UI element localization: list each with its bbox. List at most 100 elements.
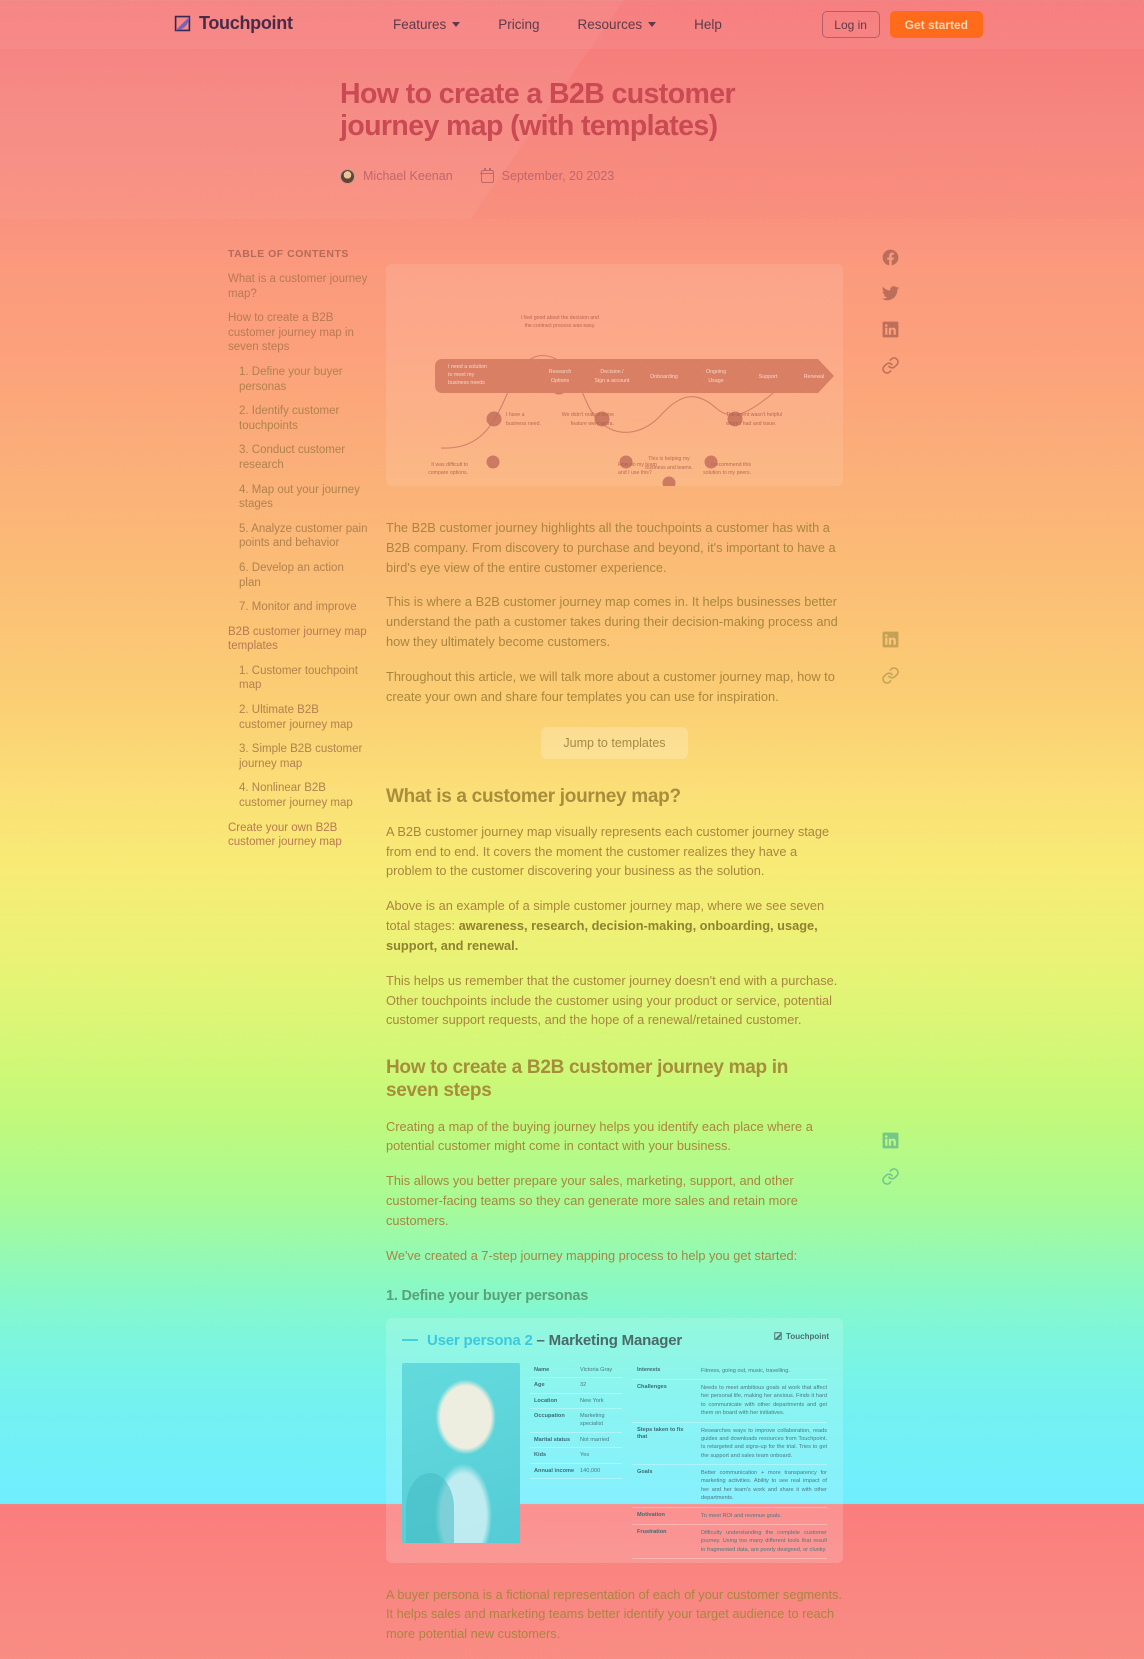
toc-item-4[interactable]: 3. Conduct customer research xyxy=(228,443,368,472)
toc-item-11[interactable]: 2. Ultimate B2B customer journey map xyxy=(228,703,368,732)
customer-journey-map-figure: It was difficult to compare options. I f… xyxy=(386,264,843,486)
toc-item-9[interactable]: B2B customer journey map templates xyxy=(228,625,368,654)
toc-item-7[interactable]: 6. Develop an action plan xyxy=(228,561,368,590)
attribute-key: Motivation xyxy=(637,1511,665,1518)
twitter-icon[interactable] xyxy=(881,284,900,303)
svg-text:Decision /: Decision / xyxy=(600,369,624,375)
attribute-key: Interests xyxy=(637,1366,661,1373)
fact-value: Not married xyxy=(580,1436,610,1443)
attribute-value: Needs to meet ambitious goals at work th… xyxy=(701,1384,827,1417)
persona-header: User persona 2 – Marketing Manager xyxy=(402,1332,827,1349)
table-row: Kids Yes xyxy=(530,1448,622,1464)
brand-name: Touchpoint xyxy=(199,13,293,33)
svg-text:Sign a account: Sign a account xyxy=(594,378,630,384)
persona-body: Name Victoria Gray Age 32 Location New Y… xyxy=(402,1362,827,1563)
svg-text:Usage: Usage xyxy=(708,378,723,384)
linkedin-icon[interactable] xyxy=(881,630,900,649)
paragraph-prepare-teams: This allows you better prepare your sale… xyxy=(386,1173,798,1228)
page-title: How to create a B2B customer journey map… xyxy=(340,78,736,143)
table-row: Frustration Difficulty understanding the… xyxy=(632,1525,827,1560)
nav-link-help[interactable]: Help xyxy=(694,17,722,32)
get-started-button[interactable]: Get started xyxy=(889,11,983,38)
fact-key: Name xyxy=(534,1366,550,1373)
toc-item-13[interactable]: 4. Nonlinear B2B customer journey map xyxy=(228,781,368,810)
toc-item-14[interactable]: Create your own B2B customer journey map xyxy=(228,821,368,850)
fact-key: Age xyxy=(534,1382,545,1389)
persona-attributes-table: Interests Fitness, going out, music, tra… xyxy=(632,1363,827,1563)
svg-text:We didn't realise some: We didn't realise some xyxy=(562,412,614,418)
attribute-value: Researches ways to improve collaboration… xyxy=(701,1427,827,1459)
persona-facts-table: Name Victoria Gray Age 32 Location New Y… xyxy=(530,1363,622,1563)
attribute-value: To meet ROI and revenue goals. xyxy=(701,1512,782,1519)
linkedin-icon[interactable] xyxy=(881,320,900,339)
table-row: Goals Better communication + more transp… xyxy=(632,1465,827,1508)
table-row: Occupation Marketing specialist xyxy=(530,1409,622,1433)
svg-text:Support: Support xyxy=(759,374,778,380)
hero-content: How to create a B2B customer journey map… xyxy=(340,78,820,184)
user-persona-card: User persona 2 – Marketing Manager Touch… xyxy=(386,1317,843,1563)
nav-link-resources-label: Resources xyxy=(577,17,643,32)
svg-text:business needs: business needs xyxy=(448,380,485,386)
article-meta: Michael Keenan September, 20 2023 xyxy=(340,167,820,184)
toc-item-10[interactable]: 1. Customer touchpoint map xyxy=(228,664,368,693)
nav-link-features[interactable]: Features xyxy=(393,17,461,32)
link-icon[interactable] xyxy=(881,1167,900,1186)
facebook-icon[interactable] xyxy=(881,248,900,267)
fact-value: 140,000 xyxy=(580,1467,601,1474)
fact-key: Kids xyxy=(534,1452,547,1459)
toc-item-6[interactable]: 5. Analyze customer pain points and beha… xyxy=(228,522,368,551)
paragraph-stages: Above is an example of a simple customer… xyxy=(386,896,843,955)
table-row: Marital status Not married xyxy=(530,1433,622,1449)
svg-text:to meet my: to meet my xyxy=(448,372,475,378)
attribute-value: Difficulty understanding the complete cu… xyxy=(701,1530,827,1553)
link-icon[interactable] xyxy=(881,356,900,375)
table-of-contents: TABLE OF CONTENTS What is a customer jou… xyxy=(228,248,368,860)
svg-text:Renewal: Renewal xyxy=(804,374,825,380)
paragraph-process-intro: We've created a 7-step journey mapping p… xyxy=(386,1247,798,1263)
svg-text:Ongoing: Ongoing xyxy=(706,369,726,375)
fact-key: Occupation xyxy=(534,1413,565,1420)
table-row: Annual income 140,000 xyxy=(530,1464,622,1480)
svg-text:It was difficult to: It was difficult to xyxy=(431,462,468,468)
svg-text:I have a: I have a xyxy=(506,412,525,418)
share-rail-top xyxy=(881,248,900,375)
table-row: Steps taken to fix that Researches ways … xyxy=(632,1423,827,1466)
nav-link-pricing-label: Pricing xyxy=(498,17,540,32)
svg-text:when I had and issue.: when I had and issue. xyxy=(726,421,776,427)
attribute-key: Steps taken to fix that xyxy=(637,1426,684,1441)
svg-text:business and teams.: business and teams. xyxy=(645,465,693,471)
persona-photo xyxy=(402,1362,520,1543)
nav-link-help-label: Help xyxy=(694,17,722,32)
login-button[interactable]: Log in xyxy=(821,11,880,38)
table-row: Location New York xyxy=(530,1394,622,1410)
author-meta: Michael Keenan xyxy=(340,168,453,184)
table-row: Interests Fitness, going out, music, tra… xyxy=(632,1363,827,1380)
paragraph-intro-1: The B2B customer journey highlights all … xyxy=(386,520,836,575)
toc-item-3[interactable]: 2. Identify customer touchpoints xyxy=(228,404,368,433)
jump-to-templates-button[interactable]: Jump to templates xyxy=(541,726,688,759)
toc-item-12[interactable]: 3. Simple B2B customer journey map xyxy=(228,742,368,771)
nav-link-pricing[interactable]: Pricing xyxy=(498,17,539,32)
svg-text:the contract process was easy.: the contract process was easy. xyxy=(525,323,596,329)
link-icon[interactable] xyxy=(881,666,900,685)
svg-text:solution to my peers.: solution to my peers. xyxy=(703,470,751,476)
nav-link-features-label: Features xyxy=(393,17,447,32)
linkedin-icon[interactable] xyxy=(881,1131,900,1150)
touchpoint-logo-icon xyxy=(774,1332,782,1340)
chevron-down-icon xyxy=(452,22,461,27)
toc-item-5[interactable]: 4. Map out your journey stages xyxy=(228,483,368,512)
persona-brand-name: Touchpoint xyxy=(786,1331,829,1341)
toc-item-2[interactable]: 1. Define your buyer personas xyxy=(228,365,368,394)
touchpoint-logo-icon xyxy=(174,15,191,32)
share-rail-bottom xyxy=(881,1131,900,1186)
toc-item-8[interactable]: 7. Monitor and improve xyxy=(228,600,368,615)
nav-link-resources[interactable]: Resources xyxy=(578,17,657,32)
svg-text:feature were extra.: feature were extra. xyxy=(571,421,614,427)
svg-text:Research: Research xyxy=(549,369,572,375)
table-row: Motivation To meet ROI and revenue goals… xyxy=(632,1508,827,1526)
brand-logo-link[interactable]: Touchpoint xyxy=(174,13,293,34)
toc-item-1[interactable]: How to create a B2B customer journey map… xyxy=(228,311,368,355)
chevron-down-icon xyxy=(648,22,657,27)
svg-text:This is helping my: This is helping my xyxy=(648,456,690,462)
toc-item-0[interactable]: What is a customer journey map? xyxy=(228,272,368,301)
